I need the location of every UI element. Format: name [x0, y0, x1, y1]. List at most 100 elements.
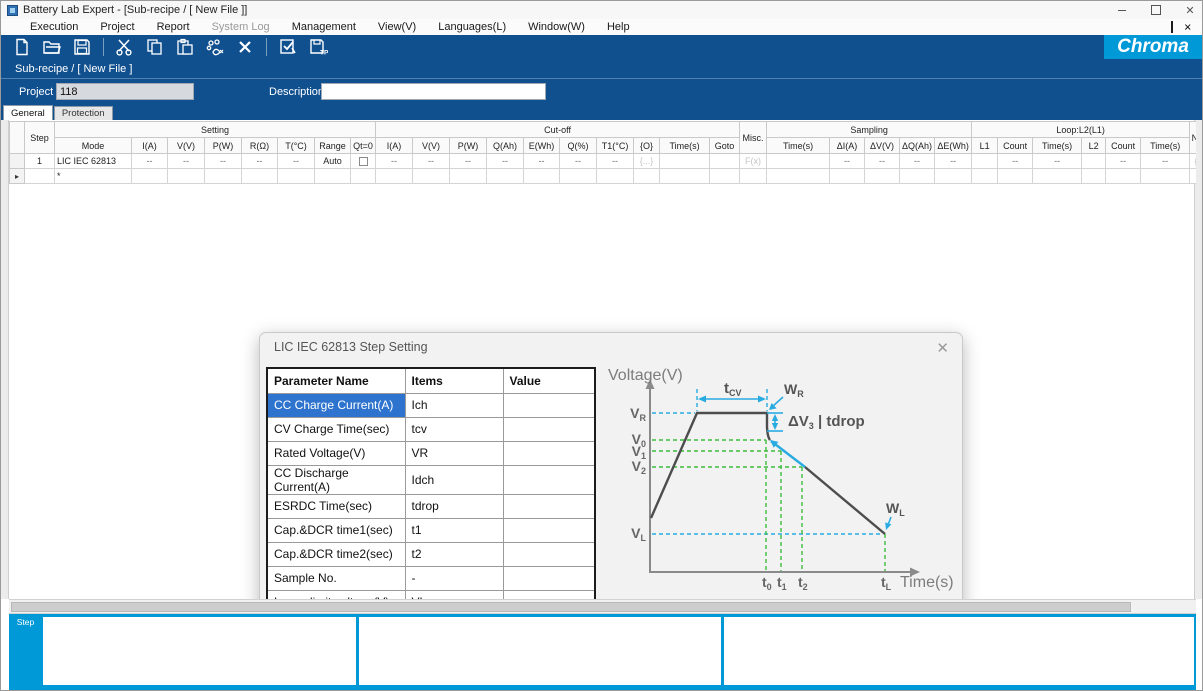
- grid-cell[interactable]: [205, 169, 242, 184]
- horizontal-scrollbar[interactable]: [9, 599, 1196, 614]
- param-item-cell[interactable]: Idch: [405, 465, 503, 494]
- delete-button[interactable]: [230, 36, 260, 58]
- grid-cell[interactable]: [972, 154, 998, 169]
- check-recipe-button[interactable]: [273, 36, 303, 58]
- menu-report[interactable]: Report: [146, 21, 201, 33]
- grid-cell[interactable]: [487, 169, 524, 184]
- grid-cell[interactable]: {...}: [1190, 154, 1196, 169]
- param-item-cell[interactable]: Ich: [405, 393, 503, 417]
- description-input[interactable]: [321, 83, 546, 100]
- param-item-cell[interactable]: VR: [405, 441, 503, 465]
- dialog-close-icon[interactable]: ✕: [936, 339, 949, 357]
- grid-cell[interactable]: [710, 169, 740, 184]
- param-item-cell[interactable]: tcv: [405, 417, 503, 441]
- grid-cell[interactable]: --: [597, 154, 634, 169]
- mdi-close-icon[interactable]: ✕: [1183, 21, 1191, 32]
- grid-cell[interactable]: Auto: [315, 154, 351, 169]
- grid-cell[interactable]: --: [1141, 154, 1190, 169]
- grid-cell[interactable]: --: [376, 154, 413, 169]
- menu-management[interactable]: Management: [281, 21, 367, 33]
- grid-cell[interactable]: --: [998, 154, 1033, 169]
- paw-button[interactable]: [200, 36, 230, 58]
- row-marker[interactable]: [10, 154, 25, 169]
- grid-cell[interactable]: [315, 169, 351, 184]
- grid-cell[interactable]: --: [935, 154, 972, 169]
- grid-cell[interactable]: --: [900, 154, 935, 169]
- param-item-cell[interactable]: -: [405, 566, 503, 590]
- param-value-cell[interactable]: [503, 393, 595, 417]
- param-name-cell[interactable]: Cap.&DCR time2(sec): [267, 542, 405, 566]
- grid-cell[interactable]: [634, 169, 660, 184]
- open-button[interactable]: [37, 36, 67, 58]
- param-name-cell[interactable]: CV Charge Time(sec): [267, 417, 405, 441]
- param-value-cell[interactable]: [503, 494, 595, 518]
- grid-cell[interactable]: *: [55, 169, 132, 184]
- menu-execution[interactable]: Execution: [19, 21, 89, 33]
- menu-window[interactable]: Window(W): [517, 21, 596, 33]
- grid-cell[interactable]: [972, 169, 998, 184]
- grid-cell[interactable]: --: [413, 154, 450, 169]
- minimize-icon[interactable]: [1116, 4, 1128, 16]
- grid-cell[interactable]: --: [450, 154, 487, 169]
- step-number-cell[interactable]: 1: [25, 154, 55, 169]
- grid-cell[interactable]: [740, 169, 767, 184]
- copy-button[interactable]: [140, 36, 170, 58]
- param-value-cell[interactable]: [503, 465, 595, 494]
- grid-cell[interactable]: [865, 169, 900, 184]
- grid-cell[interactable]: --: [205, 154, 242, 169]
- grid-cell[interactable]: [660, 169, 710, 184]
- grid-cell[interactable]: --: [168, 154, 205, 169]
- grid-cell[interactable]: --: [524, 154, 560, 169]
- param-value-cell[interactable]: [503, 542, 595, 566]
- param-value-cell[interactable]: [503, 518, 595, 542]
- param-name-cell[interactable]: CC Discharge Current(A): [267, 465, 405, 494]
- grid-cell[interactable]: [1141, 169, 1190, 184]
- grid-cell[interactable]: [351, 169, 376, 184]
- tab-protection[interactable]: Protection: [54, 106, 113, 120]
- grid-cell[interactable]: [767, 169, 830, 184]
- grid-cell[interactable]: --: [865, 154, 900, 169]
- grid-cell[interactable]: [376, 169, 413, 184]
- grid-cell[interactable]: [1082, 169, 1106, 184]
- grid-cell[interactable]: [450, 169, 487, 184]
- close-icon[interactable]: ✕: [1184, 4, 1196, 16]
- save-ltp-button[interactable]: TP: [303, 36, 333, 58]
- scrollbar-thumb[interactable]: [11, 602, 1131, 612]
- grid-cell[interactable]: [710, 154, 740, 169]
- grid-cell[interactable]: --: [278, 154, 315, 169]
- qt0-checkbox[interactable]: [359, 157, 368, 166]
- grid-cell[interactable]: --: [242, 154, 278, 169]
- cut-button[interactable]: [110, 36, 140, 58]
- grid-cell[interactable]: {...}: [634, 154, 660, 169]
- grid-cell[interactable]: [132, 169, 168, 184]
- grid-cell[interactable]: [351, 154, 376, 169]
- param-item-cell[interactable]: t2: [405, 542, 503, 566]
- grid-cell[interactable]: [597, 169, 634, 184]
- grid-cell[interactable]: [168, 169, 205, 184]
- grid-cell[interactable]: --: [132, 154, 168, 169]
- grid-cell[interactable]: [1190, 169, 1196, 184]
- param-item-cell[interactable]: tdrop: [405, 494, 503, 518]
- param-name-cell[interactable]: ESRDC Time(sec): [267, 494, 405, 518]
- grid-cell[interactable]: [413, 169, 450, 184]
- grid-cell[interactable]: [1106, 169, 1141, 184]
- grid-cell[interactable]: --: [1033, 154, 1082, 169]
- grid-cell[interactable]: [278, 169, 315, 184]
- grid-cell[interactable]: [900, 169, 935, 184]
- grid-cell[interactable]: --: [830, 154, 865, 169]
- mdi-restore-icon[interactable]: [1171, 22, 1173, 32]
- param-name-cell[interactable]: Sample No.: [267, 566, 405, 590]
- param-value-cell[interactable]: [503, 566, 595, 590]
- menu-help[interactable]: Help: [596, 21, 641, 33]
- grid-cell[interactable]: [242, 169, 278, 184]
- menu-view[interactable]: View(V): [367, 21, 427, 33]
- paste-button[interactable]: [170, 36, 200, 58]
- new-file-button[interactable]: [7, 36, 37, 58]
- step-number-cell[interactable]: [25, 169, 55, 184]
- grid-cell[interactable]: LIC IEC 62813: [55, 154, 132, 169]
- grid-cell[interactable]: [524, 169, 560, 184]
- param-name-cell[interactable]: Rated Voltage(V): [267, 441, 405, 465]
- param-value-cell[interactable]: [503, 441, 595, 465]
- grid-cell[interactable]: --: [487, 154, 524, 169]
- grid-cell[interactable]: [998, 169, 1033, 184]
